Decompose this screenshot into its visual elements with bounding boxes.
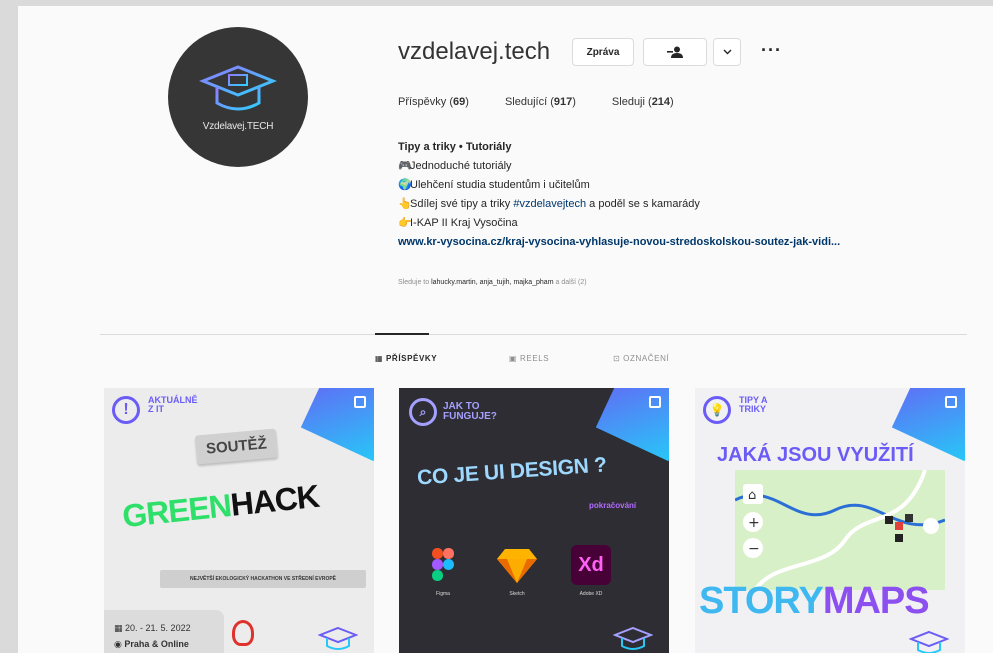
game-controller-icon: 🎮 [398,160,412,172]
globe-icon: 🌍 [398,179,412,191]
followed-by[interactable]: Sleduje to lahucky.martin, anja_tujih, m… [398,279,587,286]
tab-posts[interactable]: ▦ PŘÍSPĚVKY [375,354,437,363]
location-pin-icon: ◉ [114,639,122,649]
calendar-icon: ▦ [114,623,123,633]
message-button[interactable]: Zpráva [572,38,634,66]
graduation-cap-icon [318,626,358,650]
profile-bio: Tipy a triky • Tutoriály 🎮Jednoduché tut… [398,138,840,252]
profile-stats: Příspěvky (69) Sledující (917) Sleduji (… [398,96,710,108]
pointing-hand-icon: 👉 [398,217,412,229]
map-illustration: ⌂ + − [734,469,946,592]
grid-icon: ▦ [375,354,384,363]
avatar-label: Vzdelavej.TECH [202,120,274,132]
sketch-icon [497,549,537,583]
post-big-title: STORYMAPS [699,580,930,622]
bio-link[interactable]: www.kr-vysocina.cz/kraj-vysocina-vyhlasu… [398,233,840,252]
app-adobe-xd: Xd Adobe XD [569,543,613,597]
multiple-posts-icon [649,396,661,408]
bio-line: 🌍Ulehčení studia studentům i učitelům [398,176,840,195]
tagged-icon: ⊡ [613,354,621,363]
adobe-xd-icon: Xd [571,545,611,585]
stat-posts: Příspěvky (69) [398,96,469,108]
event-date: ▦ 20. - 21. 5. 2022 [114,623,191,633]
app-sketch: Sketch [495,543,539,597]
multiple-posts-icon [945,396,957,408]
chevron-down-icon [723,49,731,55]
post-category: TIPY A TRIKY [739,395,768,414]
exclamation-icon: ! [112,396,140,424]
graduation-cap-icon [909,630,949,653]
stat-followers[interactable]: Sledující (917) [505,96,576,108]
svg-text:+: + [748,515,760,531]
avatar[interactable]: Vzdelavej.TECH [168,27,308,167]
post-header: ⌕ JAK TO FUNGUJE? [409,398,497,426]
svg-text:⌂: ⌂ [748,488,756,503]
reels-icon: ▣ [509,354,518,363]
map-roads: ⌂ + − [734,469,946,592]
tabs-divider [100,334,967,335]
app-figma: Figma [421,543,465,597]
post-title: CO JE UI DESIGN ? [416,453,608,490]
follow-button[interactable] [643,38,707,66]
post-header: ! AKTUÁLNĚ Z IT [112,395,198,424]
person-add-icon [667,46,683,58]
post-title: JAKÁ JSOU VYUŽITÍ [717,444,914,466]
post-category: AKTUÁLNĚ Z IT [148,395,198,414]
post-ui-design[interactable]: ⌕ JAK TO FUNGUJE? CO JE UI DESIGN ? pokr… [399,388,669,653]
post-header: 💡 TIPY A TRIKY [703,396,769,424]
hashtag-link[interactable]: #vzdelavejtech [513,198,586,210]
lightbulb-icon [232,620,254,646]
post-greenhack[interactable]: ! AKTUÁLNĚ Z IT SOUTĚŽ GREENHACK NEJVĚTŠ… [104,388,374,653]
stat-following[interactable]: Sleduji (214) [612,96,674,108]
more-options-button[interactable]: ··· [761,40,782,61]
multiple-posts-icon [354,396,366,408]
lightbulb-icon: 💡 [703,396,731,424]
dropdown-button[interactable] [713,38,741,66]
username: vzdelavej.tech [398,38,551,65]
active-tab-indicator [375,333,429,335]
svg-text:−: − [748,541,760,557]
app-list: Figma Sketch Xd Adobe XD [421,543,613,597]
bio-line: 👆Sdílej své tipy a triky #vzdelavejtech … [398,195,840,214]
event-info: ▦ 20. - 21. 5. 2022 ◉ Praha & Online [104,610,224,653]
hand-icon: 👆 [398,198,412,210]
post-category: JAK TO FUNGUJE? [443,401,497,422]
figma-icon [432,548,454,581]
tab-tagged[interactable]: ⊡ OZNAČENÍ [613,354,669,363]
post-subtitle-bar: NEJVĚTŠÍ EKOLOGICKÝ HACKATHON VE STŘEDNÍ… [160,570,366,588]
bio-line: 🎮Jednoduché tutoriály [398,157,840,176]
post-subtitle: pokračování [589,501,637,510]
post-title: GREENHACK [120,477,321,535]
graduation-cap-icon [199,64,277,110]
tab-reels[interactable]: ▣ REELS [509,354,549,363]
graduation-cap-icon [613,626,653,650]
bio-name: Tipy a triky • Tutoriály [398,141,512,153]
magnifier-icon: ⌕ [409,398,437,426]
post-badge: SOUTĚŽ [194,428,278,465]
post-storymaps[interactable]: 💡 TIPY A TRIKY JAKÁ JSOU VYUŽITÍ ⌂ + − S… [695,388,965,653]
bio-line: 👉I-KAP II Kraj Vysočina [398,214,840,233]
event-place: ◉ Praha & Online [114,639,189,649]
